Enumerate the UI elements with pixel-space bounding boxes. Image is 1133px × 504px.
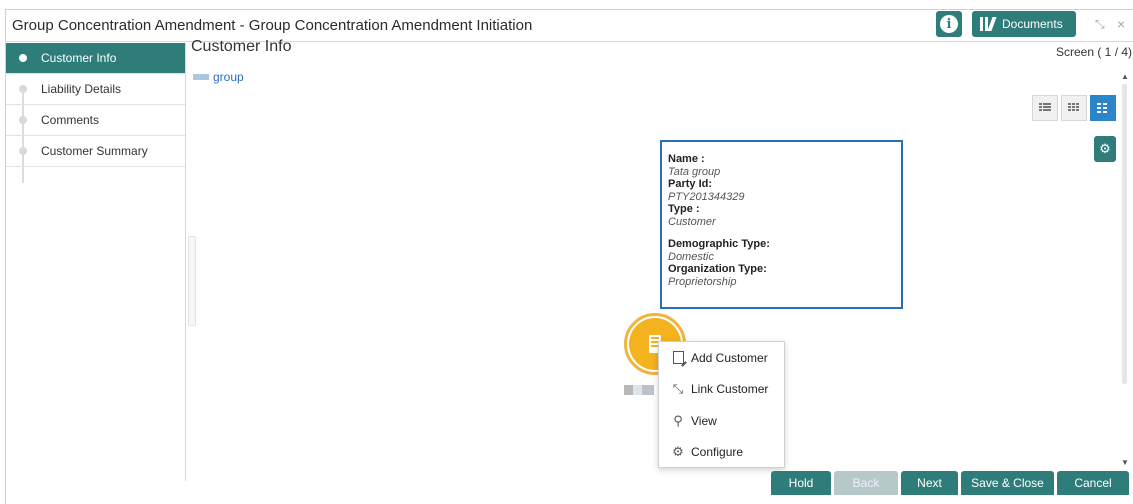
- documents-button[interactable]: Documents: [972, 11, 1076, 37]
- vertical-scrollbar[interactable]: ▲ ▼: [1121, 72, 1129, 468]
- back-button[interactable]: Back: [834, 471, 898, 495]
- step-dot-icon: [19, 147, 27, 155]
- sidebar-item-comments[interactable]: Comments: [6, 105, 185, 136]
- node-label-blurred: [624, 385, 654, 395]
- title-bar: Group Concentration Amendment - Group Co…: [6, 10, 1133, 42]
- breadcrumb[interactable]: group: [193, 70, 244, 84]
- sidebar-collapse-handle[interactable]: [188, 236, 196, 326]
- grid-icon: [1068, 103, 1080, 113]
- close-icon[interactable]: ×: [1117, 16, 1125, 32]
- party-id-label: Party Id:: [668, 178, 713, 190]
- list-icon: [1039, 103, 1051, 113]
- search-icon: ⚲: [673, 412, 683, 428]
- scroll-thumb[interactable]: [1122, 84, 1127, 384]
- menu-item-add-customer[interactable]: Add Customer: [659, 342, 784, 374]
- save-close-button[interactable]: Save & Close: [961, 471, 1054, 495]
- sidebar-item-customer-info[interactable]: Customer Info: [6, 43, 185, 74]
- link-arrows-icon: ⤡: [672, 381, 684, 397]
- list-view-button[interactable]: [1032, 95, 1058, 121]
- tree-view-button[interactable]: [1090, 95, 1116, 121]
- cancel-button[interactable]: Cancel: [1057, 471, 1129, 495]
- name-label: Name :: [668, 153, 705, 165]
- sidebar-item-liability-details[interactable]: Liability Details: [6, 74, 185, 105]
- organization-type-value: Proprietorship: [668, 276, 737, 288]
- menu-item-label: View: [691, 413, 717, 428]
- add-document-icon: [669, 351, 687, 365]
- node-context-menu: Add Customer ⤡ Link Customer ⚲ View ⚙ Co…: [658, 341, 785, 468]
- info-button[interactable]: i: [936, 11, 962, 37]
- sidebar-item-label: Comments: [41, 113, 100, 127]
- window-title: Group Concentration Amendment - Group Co…: [12, 17, 533, 34]
- settings-button[interactable]: ⚙: [1094, 136, 1116, 162]
- sidebar-item-label: Liability Details: [41, 82, 122, 96]
- page-title: Customer Info: [191, 38, 292, 55]
- menu-item-view[interactable]: ⚲ View: [659, 405, 784, 437]
- breadcrumb-label: group: [213, 70, 244, 84]
- grid-view-button[interactable]: [1061, 95, 1087, 121]
- step-dot-icon: [19, 54, 27, 62]
- scroll-down-icon[interactable]: ▼: [1121, 458, 1129, 467]
- group-icon: [193, 74, 209, 80]
- type-label: Type :: [668, 203, 700, 215]
- organization-type-label: Organization Type:: [668, 263, 767, 275]
- next-button[interactable]: Next: [901, 471, 958, 495]
- footer-actions: Hold Back Next Save & Close Cancel: [5, 471, 1133, 495]
- sidebar-item-label: Customer Summary: [41, 144, 148, 158]
- step-dot-icon: [19, 85, 27, 93]
- sidebar-item-customer-summary[interactable]: Customer Summary: [6, 136, 185, 167]
- menu-item-configure[interactable]: ⚙ Configure: [659, 437, 784, 469]
- name-value: Tata group: [668, 166, 721, 178]
- menu-item-label: Configure: [691, 445, 744, 460]
- gear-icon: ⚙: [1099, 141, 1111, 156]
- documents-label: Documents: [1002, 17, 1063, 31]
- party-id-value: PTY201344329: [668, 191, 745, 203]
- sidebar-item-label: Customer Info: [41, 51, 117, 65]
- library-icon: [980, 17, 997, 31]
- minimize-icon[interactable]: ⤡: [1095, 17, 1105, 32]
- info-icon: i: [940, 15, 958, 33]
- demographic-type-value: Domestic: [668, 251, 714, 263]
- demographic-type-label: Demographic Type:: [668, 238, 770, 250]
- customer-details-tooltip: Name : Tata group Party Id: PTY201344329…: [660, 140, 903, 309]
- scroll-up-icon[interactable]: ▲: [1121, 72, 1129, 81]
- gear-icon: ⚙: [672, 444, 684, 460]
- sidebar: Customer Info Liability Details Comments…: [6, 43, 186, 481]
- type-value: Customer: [668, 216, 716, 228]
- hold-button[interactable]: Hold: [771, 471, 831, 495]
- menu-item-link-customer[interactable]: ⤡ Link Customer: [659, 374, 784, 406]
- app-window: Group Concentration Amendment - Group Co…: [5, 9, 1133, 504]
- menu-item-label: Link Customer: [691, 382, 769, 397]
- tree-icon: [1097, 103, 1109, 113]
- step-dot-icon: [19, 116, 27, 124]
- screen-counter: Screen ( 1 / 4): [1056, 45, 1133, 59]
- menu-item-label: Add Customer: [691, 350, 768, 365]
